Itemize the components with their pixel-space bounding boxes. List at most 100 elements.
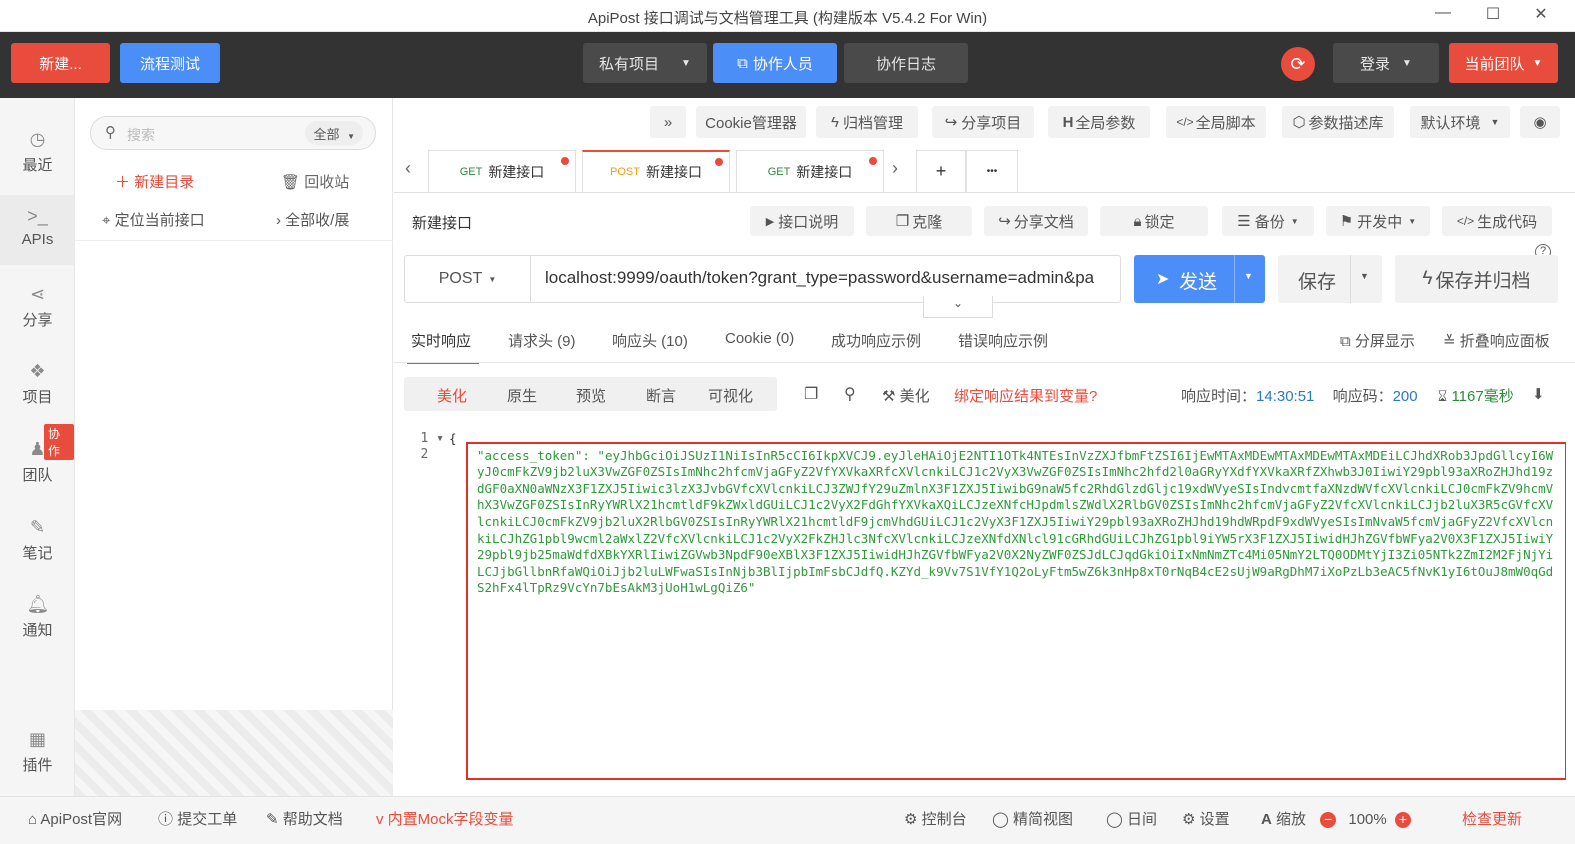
share-project-button[interactable]: ↪ 分享项目: [932, 106, 1034, 138]
tab-more-button[interactable]: •••: [966, 150, 1018, 192]
send-button[interactable]: ➤ 发送 ▼: [1134, 255, 1265, 303]
search-input[interactable]: 搜索: [127, 125, 155, 145]
day-mode-label: 日间: [1126, 811, 1157, 828]
console-button[interactable]: ⚙ 控制台: [904, 808, 967, 829]
help-docs-link[interactable]: ✎ 帮助文档: [266, 808, 343, 829]
view-visual-tab[interactable]: 可视化: [708, 385, 753, 406]
response-body[interactable]: 1 ▾ 2 { "access_token": "eyJhbGciOiJSUzI…: [404, 431, 1566, 791]
flow-test-button[interactable]: 流程测试: [120, 43, 220, 83]
toolbar-more-button[interactable]: »: [650, 106, 686, 138]
tree-search-box[interactable]: ⚲ 搜索 全部 ▼: [90, 116, 376, 150]
view-assert-tab[interactable]: 断言: [646, 385, 676, 406]
current-team-dropdown[interactable]: 当前团队 ▼: [1449, 43, 1558, 83]
tab-request-3[interactable]: GET 新建接口: [736, 150, 884, 192]
download-icon[interactable]: ⬇: [1532, 385, 1545, 403]
bind-variable-link[interactable]: 绑定响应结果到变量?: [954, 385, 1097, 406]
tab-request-2[interactable]: POST 新建接口: [582, 150, 730, 192]
response-view-switcher: 美化 原生 预览 断言 可视化: [404, 377, 777, 411]
dev-status-dropdown[interactable]: ⚑ 开发中 ▼: [1326, 206, 1430, 236]
nav-notify[interactable]: 🔔︎ 通知: [0, 583, 75, 653]
search-filter-label: 全部: [313, 127, 340, 142]
collab-log-button[interactable]: 协作日志: [844, 43, 968, 83]
website-link[interactable]: ⌂ ApiPost官网: [28, 808, 122, 829]
expand-collapse-button[interactable]: › 全部收/展: [276, 209, 349, 230]
global-params-button[interactable]: H 全局参数: [1048, 106, 1150, 138]
generate-code-button[interactable]: </> 生成代码: [1442, 206, 1552, 236]
save-button[interactable]: 保存 ▼: [1278, 255, 1382, 303]
param-library-button[interactable]: ⬡ 参数描述库: [1282, 106, 1394, 138]
login-dropdown[interactable]: 登录 ▼: [1333, 43, 1439, 83]
locate-current-button[interactable]: ⌖ 定位当前接口: [102, 209, 205, 230]
chevron-down-icon: ▼: [347, 132, 355, 141]
split-icon: ⧉: [1340, 333, 1351, 350]
cookie-manager-button[interactable]: Cookie管理器: [696, 106, 806, 138]
tab-scroll-left-icon[interactable]: ‹: [405, 158, 411, 179]
api-doc-button[interactable]: ▶ 接口说明: [750, 206, 854, 236]
check-update-link[interactable]: 检查更新: [1462, 808, 1522, 829]
collaborators-button[interactable]: ⧉ 协作人员: [713, 43, 837, 83]
search-filter-dropdown[interactable]: 全部 ▼: [305, 121, 363, 145]
save-archive-button[interactable]: ϟ 保存并归档: [1395, 255, 1558, 303]
tab-error-example[interactable]: 错误响应示例: [958, 330, 1048, 351]
nav-notify-label: 通知: [22, 622, 53, 639]
search-icon[interactable]: ⚲: [844, 384, 856, 404]
global-script-button[interactable]: </> 全局脚本: [1166, 106, 1266, 138]
tab-cookie[interactable]: Cookie (0): [725, 330, 794, 347]
fold-panel-button[interactable]: ≚ 折叠响应面板: [1443, 330, 1550, 351]
nav-recent[interactable]: ◷ 最近: [0, 118, 75, 188]
add-tab-button[interactable]: +: [916, 150, 966, 192]
close-icon[interactable]: ✕: [1530, 4, 1552, 24]
private-project-dropdown[interactable]: 私有项目 ▼: [583, 43, 707, 83]
new-button[interactable]: 新建...: [11, 43, 110, 83]
tab-realtime-response[interactable]: 实时响应: [406, 330, 480, 364]
tab-request-1[interactable]: GET 新建接口: [428, 150, 576, 192]
nav-notes-label: 笔记: [22, 545, 53, 562]
nav-team[interactable]: ♟ 团队: [0, 428, 75, 498]
clone-button[interactable]: ❐ 克隆: [866, 206, 972, 236]
view-pretty-tab[interactable]: 美化: [437, 385, 467, 406]
tab-success-example[interactable]: 成功响应示例: [831, 330, 921, 351]
share-doc-button[interactable]: ↪ 分享文档: [984, 206, 1088, 236]
chevron-down-icon[interactable]: ▼: [1244, 271, 1253, 281]
ticket-link[interactable]: ⓘ 提交工单: [158, 808, 237, 829]
mock-vars-link[interactable]: v 内置Mock字段变量: [376, 808, 514, 829]
backup-dropdown[interactable]: ☰ 备份 ▼: [1222, 206, 1314, 236]
zoom-in-icon[interactable]: +: [1394, 812, 1411, 828]
day-mode-toggle[interactable]: ◯ 日间: [1106, 808, 1157, 829]
zoom-out-icon[interactable]: −: [1320, 812, 1337, 828]
collapse-params-handle[interactable]: ⌄: [923, 296, 993, 318]
nav-projects[interactable]: ❖ 项目: [0, 350, 75, 420]
maximize-icon[interactable]: ☐: [1482, 4, 1504, 24]
split-view-button[interactable]: ⧉ 分屏显示: [1340, 330, 1415, 351]
current-team-label: 当前团队: [1464, 55, 1525, 73]
sync-icon[interactable]: ⟳: [1281, 47, 1315, 81]
nav-notes[interactable]: ✎ 笔记: [0, 506, 75, 576]
beautify-button[interactable]: ⚒ 美化: [882, 385, 930, 406]
tab-request-headers[interactable]: 请求头 (9): [508, 330, 576, 351]
compact-view-toggle[interactable]: ◯ 精简视图: [992, 808, 1073, 829]
url-input[interactable]: localhost:9999/oauth/token?grant_type=pa…: [545, 268, 1110, 288]
environment-dropdown[interactable]: 默认环境 ▼: [1410, 106, 1510, 138]
copy-icon[interactable]: ❐: [804, 384, 818, 404]
console-label: 控制台: [921, 811, 967, 828]
view-raw-tab[interactable]: 原生: [507, 385, 537, 406]
recycle-bin-button[interactable]: 🗑︎ 回收站: [281, 171, 349, 192]
archive-manager-button[interactable]: ϟ 归档管理: [816, 106, 918, 138]
nav-apis-label: APIs: [21, 231, 54, 248]
view-preview-tab[interactable]: 预览: [576, 385, 606, 406]
response-time-label: 响应时间：: [1181, 388, 1257, 405]
nav-share[interactable]: ⋖ 分享: [0, 273, 75, 343]
chevron-down-icon[interactable]: ▼: [1360, 271, 1369, 281]
collaborators-label: 协作人员: [752, 55, 813, 73]
tab-response-headers[interactable]: 响应头 (10): [612, 330, 688, 351]
new-folder-button[interactable]: ＋ 新建目录: [115, 171, 194, 192]
nav-apis[interactable]: >_ APIs: [0, 195, 75, 265]
nav-plugins[interactable]: ▦ 插件: [0, 718, 75, 788]
method-select[interactable]: POST ▼: [405, 256, 531, 302]
request-name[interactable]: 新建接口: [412, 212, 472, 233]
tab-scroll-right-icon[interactable]: ›: [892, 158, 898, 179]
lock-button[interactable]: 🔒︎ 锁定: [1100, 206, 1208, 236]
eye-icon[interactable]: ◉: [1520, 106, 1560, 138]
minimize-icon[interactable]: —: [1432, 4, 1454, 22]
settings-button[interactable]: ⚙ 设置: [1182, 808, 1230, 829]
